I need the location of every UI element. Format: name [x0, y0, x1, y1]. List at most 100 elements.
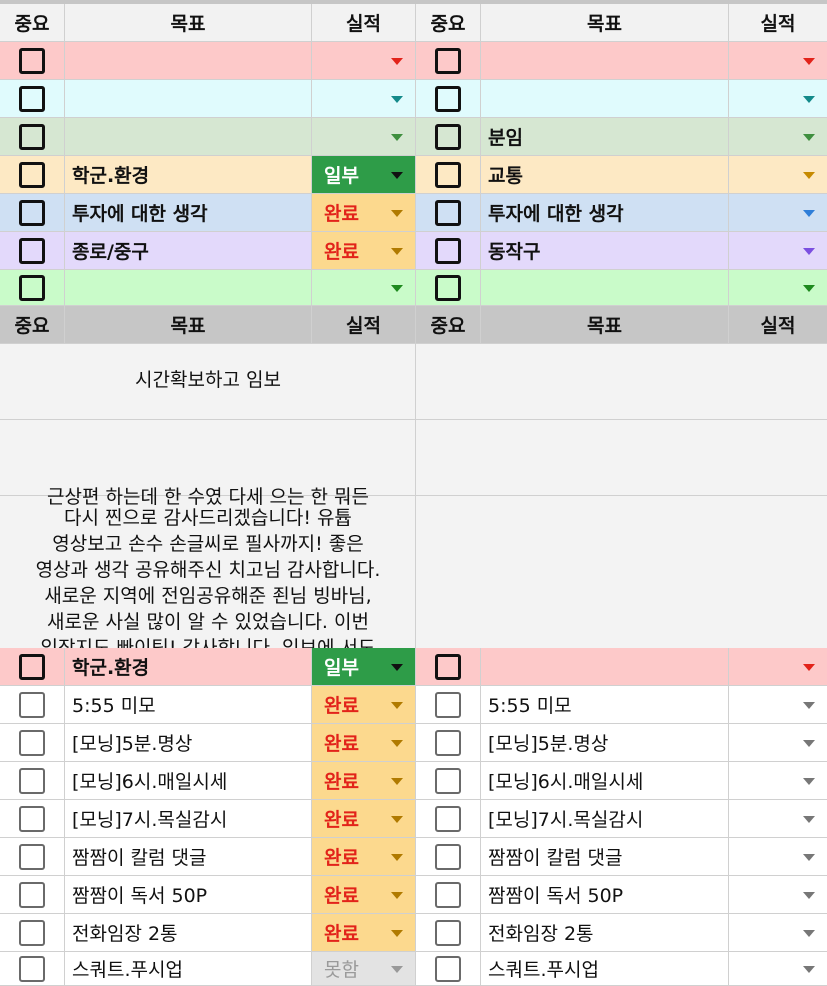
goal-text[interactable]: 짬짬이 독서 50P [488, 876, 623, 913]
goal-text[interactable]: 전화임장 2통 [488, 914, 594, 951]
dropdown-arrow-icon[interactable] [803, 247, 815, 255]
goal-text[interactable]: [모닝]6시.매일시세 [72, 762, 227, 799]
checkbox-icon[interactable] [19, 161, 45, 188]
goal-text[interactable]: [모닝]6시.매일시세 [488, 762, 643, 799]
checkbox-icon[interactable] [435, 47, 461, 74]
status-dropdown[interactable]: 완료 [312, 876, 416, 914]
memo-left[interactable]: 시간확보하고 임보 근상편 하는데 한 수였 다세 으는 한 뭐든 다시 찐으로… [0, 344, 416, 648]
dropdown-arrow-icon[interactable] [803, 284, 815, 292]
status-dropdown[interactable]: 완료 [312, 724, 416, 762]
dropdown-arrow-icon[interactable] [803, 853, 815, 861]
status-dropdown[interactable]: 완료 [312, 762, 416, 800]
goal-text[interactable]: 학군.환경 [72, 648, 149, 685]
dropdown-arrow-icon[interactable] [391, 57, 403, 65]
goal-text[interactable]: 짬짬이 독서 50P [72, 876, 207, 913]
status-dropdown[interactable] [729, 42, 827, 80]
dropdown-arrow-icon[interactable] [803, 663, 815, 671]
status-dropdown[interactable] [729, 952, 827, 986]
dropdown-arrow-icon[interactable] [391, 133, 403, 141]
checkbox-icon[interactable] [435, 274, 461, 301]
checkbox-icon[interactable] [435, 161, 461, 188]
status-dropdown[interactable] [729, 838, 827, 876]
status-dropdown[interactable] [729, 232, 827, 270]
checkbox-icon[interactable] [19, 805, 45, 832]
checkbox-icon[interactable] [19, 729, 45, 756]
goal-text[interactable]: 종로/중구 [72, 232, 149, 269]
goal-text[interactable]: [모닝]7시.목실감시 [72, 800, 227, 837]
dropdown-arrow-icon[interactable] [803, 209, 815, 217]
dropdown-arrow-icon[interactable] [391, 929, 403, 937]
checkbox-icon[interactable] [19, 767, 45, 794]
goal-text[interactable]: 투자에 대한 생각 [488, 194, 624, 231]
dropdown-arrow-icon[interactable] [391, 891, 403, 899]
status-dropdown[interactable]: 완료 [312, 686, 416, 724]
status-dropdown[interactable] [729, 194, 827, 232]
goal-text[interactable]: 학군.환경 [72, 156, 149, 193]
checkbox-icon[interactable] [19, 955, 45, 982]
checkbox-icon[interactable] [435, 653, 461, 680]
status-dropdown[interactable] [312, 118, 416, 156]
dropdown-arrow-icon[interactable] [391, 284, 403, 292]
dropdown-arrow-icon[interactable] [803, 133, 815, 141]
memo-right[interactable] [416, 344, 827, 648]
dropdown-arrow-icon[interactable] [391, 171, 403, 179]
dropdown-arrow-icon[interactable] [391, 815, 403, 823]
dropdown-arrow-icon[interactable] [391, 777, 403, 785]
status-dropdown[interactable] [729, 270, 827, 306]
dropdown-arrow-icon[interactable] [803, 815, 815, 823]
checkbox-icon[interactable] [435, 199, 461, 226]
status-dropdown[interactable]: 일부 [312, 156, 416, 194]
dropdown-arrow-icon[interactable] [803, 777, 815, 785]
status-dropdown[interactable] [312, 80, 416, 118]
checkbox-icon[interactable] [435, 729, 461, 756]
status-dropdown[interactable] [729, 156, 827, 194]
checkbox-icon[interactable] [435, 767, 461, 794]
status-dropdown[interactable] [312, 270, 416, 306]
goal-text[interactable]: 짬짬이 칼럼 댓글 [488, 838, 622, 875]
checkbox-icon[interactable] [19, 691, 45, 718]
goal-text[interactable]: [모닝]7시.목실감시 [488, 800, 643, 837]
status-dropdown[interactable]: 완료 [312, 232, 416, 270]
checkbox-icon[interactable] [435, 805, 461, 832]
status-dropdown[interactable] [729, 648, 827, 686]
goal-text[interactable]: [모닝]5분.명상 [72, 724, 192, 761]
dropdown-arrow-icon[interactable] [391, 701, 403, 709]
dropdown-arrow-icon[interactable] [803, 965, 815, 973]
status-dropdown[interactable] [312, 42, 416, 80]
status-dropdown[interactable] [729, 762, 827, 800]
dropdown-arrow-icon[interactable] [391, 965, 403, 973]
checkbox-icon[interactable] [435, 881, 461, 908]
checkbox-icon[interactable] [19, 47, 45, 74]
dropdown-arrow-icon[interactable] [391, 247, 403, 255]
checkbox-icon[interactable] [435, 85, 461, 112]
goal-text[interactable]: 분임 [488, 118, 523, 155]
checkbox-icon[interactable] [19, 85, 45, 112]
goal-text[interactable]: 스쿼트.푸시업 [72, 952, 183, 985]
status-dropdown[interactable] [729, 118, 827, 156]
dropdown-arrow-icon[interactable] [391, 663, 403, 671]
checkbox-icon[interactable] [19, 199, 45, 226]
checkbox-icon[interactable] [19, 653, 45, 680]
checkbox-icon[interactable] [435, 237, 461, 264]
checkbox-icon[interactable] [19, 123, 45, 150]
dropdown-arrow-icon[interactable] [391, 739, 403, 747]
goal-text[interactable]: 투자에 대한 생각 [72, 194, 208, 231]
checkbox-icon[interactable] [435, 919, 461, 946]
status-dropdown[interactable] [729, 800, 827, 838]
goal-text[interactable]: 5:55 미모 [72, 686, 156, 723]
dropdown-arrow-icon[interactable] [803, 739, 815, 747]
checkbox-icon[interactable] [435, 123, 461, 150]
dropdown-arrow-icon[interactable] [803, 171, 815, 179]
status-dropdown[interactable]: 완료 [312, 194, 416, 232]
dropdown-arrow-icon[interactable] [803, 929, 815, 937]
status-dropdown[interactable] [729, 876, 827, 914]
status-dropdown[interactable]: 완료 [312, 914, 416, 952]
status-dropdown[interactable]: 완료 [312, 838, 416, 876]
status-dropdown[interactable] [729, 80, 827, 118]
goal-text[interactable]: 교통 [488, 156, 523, 193]
dropdown-arrow-icon[interactable] [803, 701, 815, 709]
checkbox-icon[interactable] [19, 237, 45, 264]
dropdown-arrow-icon[interactable] [803, 57, 815, 65]
status-dropdown[interactable] [729, 724, 827, 762]
goal-text[interactable]: [모닝]5분.명상 [488, 724, 608, 761]
